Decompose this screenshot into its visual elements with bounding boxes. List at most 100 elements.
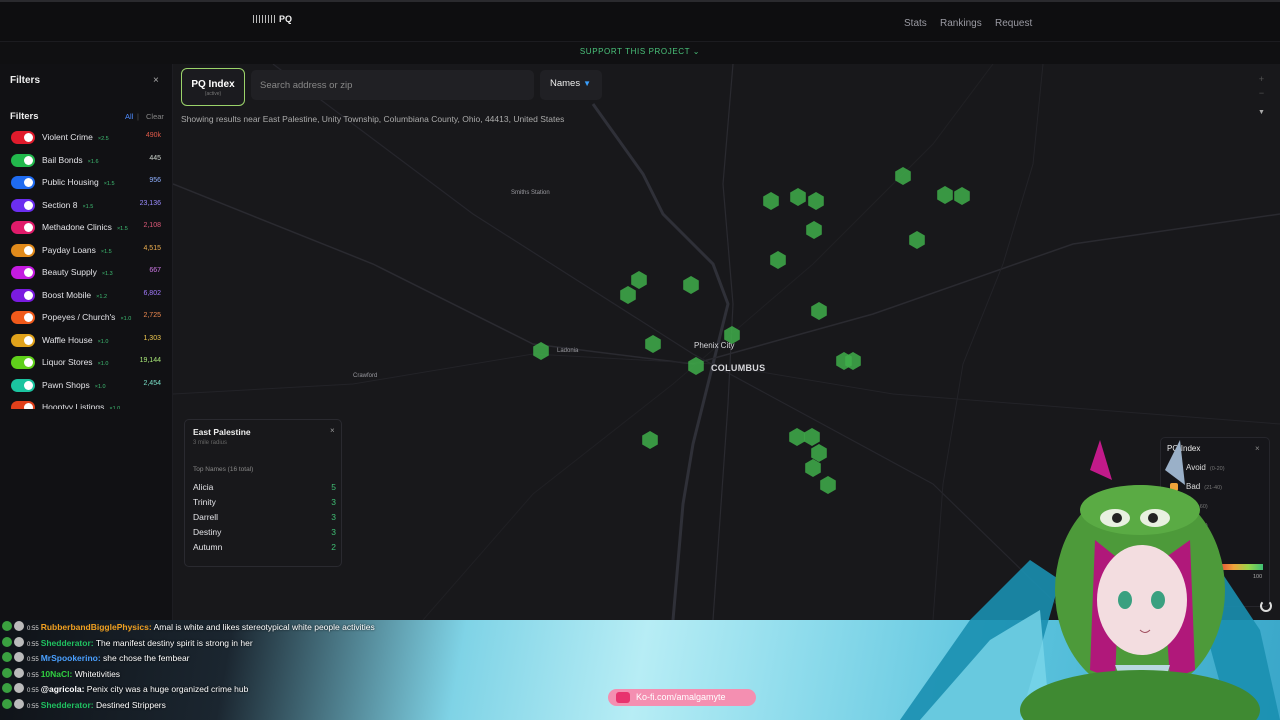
filter-row[interactable]: Waffle House ×1.0 1,303 <box>0 330 173 353</box>
map-label-columbus: COLUMBUS <box>711 363 766 373</box>
filter-row[interactable]: Boost Mobile ×1.2 6,802 <box>0 285 173 308</box>
filter-count: 2,454 <box>143 379 161 387</box>
filter-name: Public Housing ×1.5 <box>42 177 115 187</box>
compass-icon[interactable]: ▼ <box>1258 106 1265 120</box>
filter-multiplier: ×1.0 <box>109 406 121 409</box>
pq-hex-marker[interactable] <box>790 188 806 206</box>
pq-hex-marker[interactable] <box>808 192 824 210</box>
filter-row[interactable]: Violent Crime ×2.5 490k <box>0 127 173 150</box>
pq-hex-marker[interactable] <box>620 286 636 304</box>
filter-row[interactable]: Methadone Clinics ×1.5 2,108 <box>0 217 173 240</box>
zoom-out-button[interactable]: − <box>1258 86 1265 100</box>
chat-username[interactable]: RubberbandBigglePhysics: <box>41 622 152 632</box>
chat-username[interactable]: 10NaCl: <box>41 669 73 679</box>
filter-label: Boost Mobile <box>42 289 92 300</box>
location-info-card: East Palestine 3 mile radius × Top Names… <box>184 419 342 567</box>
pq-hex-marker[interactable] <box>683 276 699 294</box>
filter-toggle[interactable] <box>11 243 35 257</box>
filter-toggle[interactable] <box>11 221 35 234</box>
select-all-link[interactable]: All <box>125 112 133 121</box>
filter-multiplier: ×1.0 <box>94 383 106 390</box>
pq-hex-marker[interactable] <box>909 231 925 249</box>
filter-list: Violent Crime ×2.5 490k Bail Bonds ×1.6 445 Pu… <box>0 127 173 409</box>
filter-count: 2,108 <box>143 222 161 229</box>
names-dropdown[interactable]: Names ▼ <box>540 70 602 100</box>
name-count: 5 <box>331 482 336 492</box>
filter-multiplier: ×1.5 <box>103 181 115 187</box>
top-names-label: Top Names (16 total) <box>193 466 254 473</box>
pq-hex-marker[interactable] <box>954 187 970 205</box>
filter-toggle[interactable] <box>11 198 35 212</box>
pq-hex-marker[interactable] <box>937 186 953 204</box>
filter-label: Violent Crime <box>42 132 93 142</box>
zoom-in-button[interactable]: + <box>1258 72 1265 86</box>
pq-hex-marker[interactable] <box>806 221 822 239</box>
nav-request[interactable]: Request <box>995 18 1032 29</box>
filter-row[interactable]: Section 8 ×1.5 23,136 <box>0 195 173 218</box>
filter-toggle[interactable] <box>11 131 35 144</box>
filter-toggle[interactable] <box>11 378 35 392</box>
pq-hex-marker[interactable] <box>804 428 820 446</box>
filter-toggle[interactable] <box>11 266 35 279</box>
name-label: Alicia <box>193 482 214 492</box>
filter-toggle[interactable] <box>11 176 35 189</box>
chat-avatar-icon <box>14 667 24 678</box>
pq-hex-marker[interactable] <box>811 444 827 462</box>
pq-hex-marker[interactable] <box>820 476 836 494</box>
search-input[interactable] <box>251 70 534 100</box>
chat-badge-icon <box>2 683 12 693</box>
filter-toggle[interactable] <box>11 311 35 324</box>
chat-username[interactable]: Shedderator: <box>41 638 94 648</box>
kofi-link[interactable]: Ko-fi.com/amalgamyte <box>608 689 756 706</box>
chat-message: 0:55 10NaCl: Whitetivities <box>2 667 120 682</box>
pq-hex-marker[interactable] <box>631 271 647 289</box>
chat-username[interactable]: @agricola: <box>41 684 85 694</box>
card-close-button[interactable]: × <box>330 426 335 435</box>
support-banner[interactable]: SUPPORT THIS PROJECT ⌄ <box>0 42 1280 64</box>
filter-label: Payday Loans <box>42 244 96 255</box>
nav-rankings[interactable]: Rankings <box>940 18 982 29</box>
filter-row[interactable]: Hooptyy Listings ×1.0 <box>0 397 173 409</box>
filter-row[interactable]: Public Housing ×1.5 956 <box>0 172 173 195</box>
filter-row[interactable]: Beauty Supply ×1.3 667 <box>0 262 173 285</box>
filter-row[interactable]: Bail Bonds ×1.6 445 <box>0 150 173 173</box>
filter-toggle[interactable] <box>11 153 35 167</box>
kofi-text: Ko-fi.com/amalgamyte <box>636 692 726 702</box>
sidebar-close-button[interactable]: × <box>153 75 159 86</box>
filter-row[interactable]: Payday Loans ×1.5 4,515 <box>0 240 173 263</box>
nav-stats[interactable]: Stats <box>904 18 927 29</box>
filter-row[interactable]: Popeyes / Church's ×1.0 2,725 <box>0 307 173 330</box>
chat-avatar-icon <box>14 652 24 662</box>
filter-row[interactable]: Pawn Shops ×1.0 2,454 <box>0 375 173 398</box>
filter-toggle[interactable] <box>11 401 35 409</box>
kofi-cup-icon <box>616 692 630 703</box>
pq-hex-marker[interactable] <box>642 431 658 449</box>
filter-label: Popeyes / Church's <box>42 312 116 322</box>
chat-username[interactable]: Shedderator: <box>41 700 94 710</box>
filter-toggle[interactable] <box>11 333 35 347</box>
pq-hex-marker[interactable] <box>895 167 911 185</box>
name-count: 2 <box>331 542 336 552</box>
filter-row[interactable]: Liquor Stores ×1.0 19,144 <box>0 352 173 375</box>
pq-hex-marker[interactable] <box>811 302 827 320</box>
chat-avatar-icon <box>14 636 24 647</box>
filter-count: 667 <box>149 267 161 274</box>
filter-multiplier: ×1.5 <box>116 226 128 232</box>
pq-hex-marker[interactable] <box>645 335 661 353</box>
name-count: 3 <box>331 512 336 522</box>
link-separator: | <box>137 112 139 121</box>
filter-toggle[interactable] <box>11 356 35 369</box>
filter-count: 445 <box>149 154 161 162</box>
filter-toggle[interactable] <box>11 288 35 302</box>
pq-hex-marker[interactable] <box>763 192 779 210</box>
filter-name: Bail Bonds ×1.6 <box>42 155 99 165</box>
clear-filters-link[interactable]: Clear <box>146 112 164 121</box>
app-logo[interactable]: PQ <box>253 14 292 24</box>
chat-username[interactable]: MrSpookerino: <box>41 653 101 663</box>
pq-index-button[interactable]: PQ Index (active) <box>181 68 245 106</box>
pq-hex-marker[interactable] <box>805 459 821 477</box>
pq-hex-marker[interactable] <box>789 428 805 446</box>
pq-hex-marker[interactable] <box>770 251 786 269</box>
filter-name: Popeyes / Church's ×1.0 <box>42 312 131 322</box>
chat-message: 0:55 Shedderator: Destined Strippers <box>2 698 166 713</box>
